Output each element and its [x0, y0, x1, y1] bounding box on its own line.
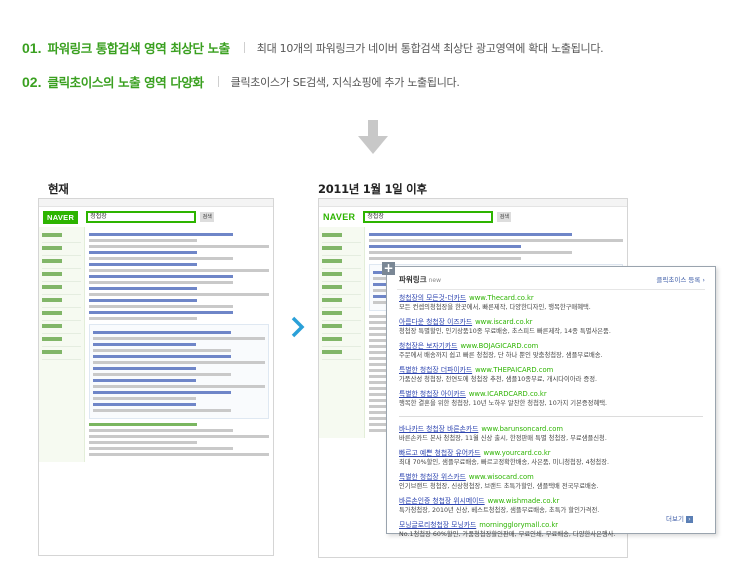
popup-title: 파워링크 new [399, 274, 441, 285]
point-number: 02. [22, 73, 42, 90]
powerlink-zoom-panel: + 파워링크 new 클릭초이스 등록 › 청첩장의 모든것-더카드 www.The… [382, 262, 716, 538]
gnb-bar [319, 199, 627, 207]
ad-url[interactable]: www.barunsoncard.com [481, 425, 563, 433]
ad-headline-row: 모닝글로리청첩장 모닝카드 morningglorymall.co.kr [399, 521, 703, 530]
caption-after: 2011년 1월 1일 이후 [318, 182, 427, 196]
popup-header: 파워링크 new 클릭초이스 등록 › [387, 267, 715, 285]
search-input[interactable]: 청첩장 [86, 211, 197, 223]
ad-headline-row: 바나카드 청첩장 바른손카드 www.barunsoncard.com [399, 425, 703, 434]
left-nav [319, 227, 365, 438]
ad-description: 최대 70%할인, 샘플무료배송, 빠르고정확한배송, 사은품, 미니청첩장, … [399, 459, 610, 466]
ad-headline-row: 빠르고 예쁜 청첩장 유어카드 www.yourcard.co.kr [399, 449, 703, 458]
more-link[interactable]: 더보기 › [666, 513, 693, 523]
ad-headline-row: 특별한 청첩장 아이카드 www.ICARDCARD.co.kr [399, 390, 703, 399]
point-number: 01. [22, 39, 42, 56]
page-layout [39, 227, 273, 462]
ad-description: 청첩장 특별할인, 인기상품10종 무료배송, 초스피드 빠른제작, 14종 특… [399, 328, 611, 335]
ad-url[interactable]: www.BOJAGICARD.com [460, 342, 538, 350]
right-chevron-icon [291, 316, 305, 338]
clickchoice-register-link[interactable]: 클릭초이스 등록 › [656, 274, 705, 284]
ad-url[interactable]: www.yourcard.co.kr [484, 449, 551, 457]
search-input[interactable]: 청첩장 [363, 211, 494, 223]
naver-logo: NAVER [43, 210, 79, 224]
ad-url[interactable]: www.Thecard.co.kr [469, 294, 534, 302]
feature-point-1: 01. 파워링크 통합검색 영역 최상단 노출 최대 10개의 파워링크가 네이… [22, 38, 604, 57]
ad-description: 가품산성 청첩장, 천연도에 청첩장 추천, 샘플10종무료, 개시다이아라 증… [399, 376, 598, 383]
left-nav [39, 227, 85, 462]
ad-url[interactable]: www.iscard.co.kr [475, 318, 532, 326]
search-button[interactable]: 검색 [200, 212, 215, 222]
ad-headline-row: 청첩장은 보자기카드 www.BOJAGICARD.com [399, 342, 703, 351]
ad-item: 빠르고 예쁜 청첩장 유어카드 www.yourcard.co.kr 최대 70%할… [387, 449, 715, 467]
ad-headline-row: 바른손인증 청첩장 위시메이드 www.wishmade.co.kr [399, 497, 703, 506]
ad-item: 특별한 청첩장 더파이카드 www.THEPAICARD.com 가품산성 청첩장,… [387, 366, 715, 384]
ad-description: 행복한 결혼을 위한 청첩장, 10년 노하우 알찬한 청첩장, 10가지 기본… [399, 400, 608, 407]
ad-item: 아름다운 청첩장 이즈카드 www.iscard.co.kr 청첩장 특별할인, 인… [387, 318, 715, 336]
ad-item: 모닝글로리청첩장 모닝카드 morningglorymall.co.kr No.1청… [387, 521, 715, 539]
plus-icon: + [382, 261, 395, 275]
ad-item: 특별한 청첩장 아이카드 www.ICARDCARD.co.kr 행복한 결혼을 위… [387, 390, 715, 408]
group-divider [399, 416, 703, 417]
ad-url[interactable]: www.THEPAICARD.com [475, 366, 553, 374]
ad-description: 특가청첩장, 2010년 신상, 베스트청첩장, 샘플무료배송, 초특가 할인가… [399, 507, 600, 514]
ad-description: 바른손카드 본사 청첩장, 11월 신상 출시, 한정판매 특별 청첩장, 무료… [399, 435, 607, 442]
ad-headline-row: 청첩장의 모든것-더카드 www.Thecard.co.kr [399, 294, 703, 303]
new-badge: new [428, 276, 442, 284]
more-label: 더보기 [666, 515, 684, 523]
ad-description: 주문에서 배송까지 쉽고 빠른 청첩장, 단 하나 뿐인 맞춤청첩장, 샘플무료… [399, 352, 603, 359]
search-button[interactable]: 검색 [497, 212, 512, 222]
ad-box [89, 324, 269, 419]
ad-title-link[interactable]: 모닝글로리청첩장 모닝카드 [399, 521, 476, 529]
naver-logo: NAVER [323, 212, 356, 222]
point-description: 클릭초이스가 SE검색, 지식쇼핑에 추가 노출됩니다. [230, 75, 460, 89]
header-rule [397, 289, 705, 290]
screenshot-current: NAVER 청첩장 검색 [38, 198, 274, 556]
ad-group-1: 청첩장의 모든것-더카드 www.Thecard.co.kr 모든 컨셉의청첩장을 … [387, 294, 715, 408]
ad-url[interactable]: www.wishmade.co.kr [488, 497, 560, 505]
ad-description: No.1청첩장 60%할인, 가품청첩장할인판매, 무료인쇄, 무료배송, 다양… [399, 531, 616, 538]
ad-title-link[interactable]: 청첩장은 보자기카드 [399, 342, 457, 350]
ad-url[interactable]: morningglorymall.co.kr [479, 521, 558, 529]
caption-current: 현재 [48, 182, 69, 196]
ad-title-link[interactable]: 바른손인증 청첩장 위시메이드 [399, 497, 485, 505]
ad-title-link[interactable]: 빠르고 예쁜 청첩장 유어카드 [399, 449, 481, 457]
ad-title-link[interactable]: 바나카드 청첩장 바른손카드 [399, 425, 478, 433]
ad-title-link[interactable]: 특별한 청첩장 위스카드 [399, 473, 466, 481]
point-description: 최대 10개의 파워링크가 네이버 통합검색 최상단 광고영역에 확대 노출됩니… [256, 41, 604, 55]
ad-title-link[interactable]: 특별한 청첩장 아이카드 [399, 390, 466, 398]
feature-point-2: 02. 클릭초이스의 노출 영역 다양화 클릭초이스가 SE검색, 지식쇼핑에 … [22, 72, 460, 91]
ad-headline-row: 특별한 청첩장 더파이카드 www.THEPAICARD.com [399, 366, 703, 375]
search-bar: NAVER 청첩장 검색 [39, 207, 273, 227]
ad-item: 청첩장의 모든것-더카드 www.Thecard.co.kr 모든 컨셉의청첩장을 … [387, 294, 715, 312]
more-icon: › [686, 516, 693, 523]
down-arrow-icon [358, 120, 388, 154]
gnb-bar [39, 199, 273, 207]
ad-headline-row: 아름다운 청첩장 이즈카드 www.iscard.co.kr [399, 318, 703, 327]
ad-item: 청첩장은 보자기카드 www.BOJAGICARD.com 주문에서 배송까지 쉽고… [387, 342, 715, 360]
ad-description: 모든 컨셉의청첩장을 한곳에서, 빠른제작, 다양한디자인, 행복한구매혜택. [399, 304, 591, 311]
ad-url[interactable]: www.wisocard.com [469, 473, 534, 481]
ad-title-link[interactable]: 아름다운 청첩장 이즈카드 [399, 318, 472, 326]
point-title: 파워링크 통합검색 영역 최상단 노출 [47, 41, 230, 56]
ad-title-link[interactable]: 청첩장의 모든것-더카드 [399, 294, 466, 302]
search-bar: NAVER 청첩장 검색 [319, 207, 627, 227]
powerlink-label: 파워링크 [399, 274, 427, 284]
ad-url[interactable]: www.ICARDCARD.co.kr [469, 390, 547, 398]
divider [217, 76, 219, 87]
divider [243, 42, 245, 53]
ad-title-link[interactable]: 특별한 청첩장 더파이카드 [399, 366, 472, 374]
ad-item: 특별한 청첩장 위스카드 www.wisocard.com 인기브랜드 청첩장, 신… [387, 473, 715, 491]
result-area [85, 227, 273, 462]
ad-headline-row: 특별한 청첩장 위스카드 www.wisocard.com [399, 473, 703, 482]
point-title: 클릭초이스의 노출 영역 다양화 [47, 75, 204, 90]
ad-description: 인기브랜드 청첩장, 신상청첩장, 브랜드 초특가할인, 샘플택배 전국무료배송… [399, 483, 599, 490]
ad-item: 바나카드 청첩장 바른손카드 www.barunsoncard.com 바른손카드 … [387, 425, 715, 443]
